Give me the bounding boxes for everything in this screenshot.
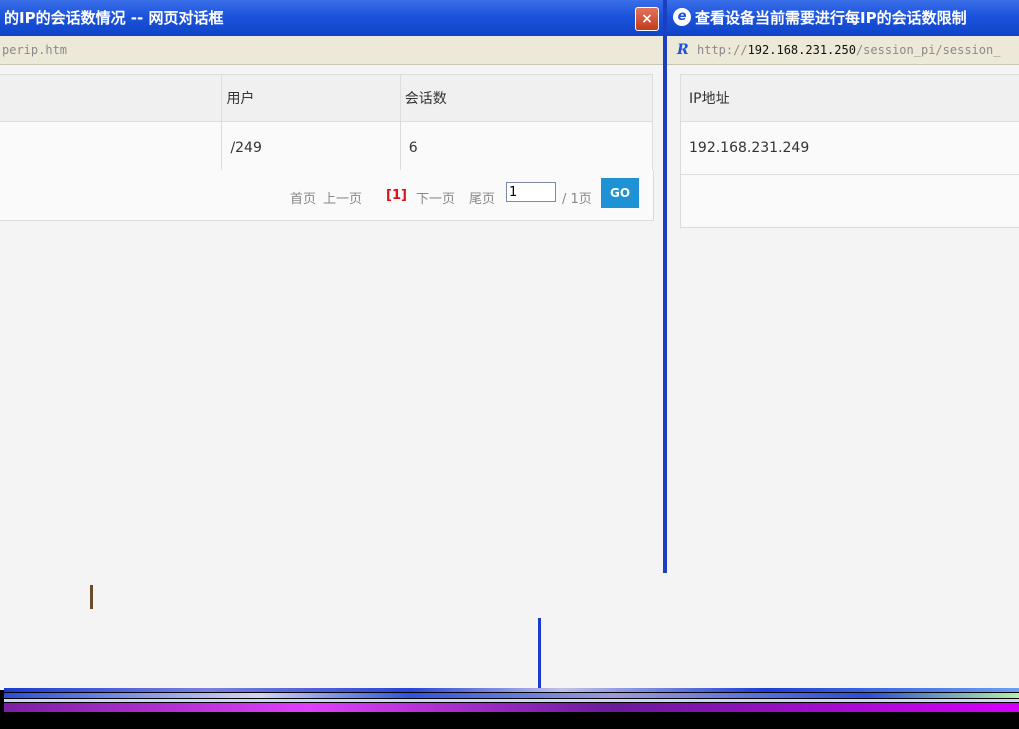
table-cell: /249 [221,121,401,175]
table-header-row: 用户 会话数 [0,74,654,122]
table-header-user: 用户 [221,74,401,122]
table-cell [0,121,223,175]
first-page-link[interactable]: 首页 [290,188,316,207]
left-titlebar[interactable]: 的IP的会话数情况 -- 网页对话框 × [0,0,663,37]
session-table: 用户 会话数 /249 6 [0,74,654,175]
right-window-title: 查看设备当前需要进行每IP的会话数限制 [695,9,967,27]
taskbar-glitch-band [4,693,1019,698]
table-row: /249 6 [0,121,654,175]
taskbar-glitch-band [4,688,1019,692]
text-cursor-icon [90,585,93,609]
taskbar-glitch-band [4,703,1019,712]
table-row [680,174,1019,228]
right-browser-window: e 查看设备当前需要进行每IP的会话数限制 R http://192.168.2… [667,0,1019,690]
prev-page-link[interactable]: 上一页 [323,188,362,207]
table-row: 192.168.231.249 [680,121,1019,175]
ip-table: IP地址 192.168.231.249 [680,74,1019,228]
left-window-title: 的IP的会话数情况 -- 网页对话框 [4,9,224,27]
table-cell: 6 [399,121,654,175]
current-page-indicator: [1] [386,188,407,203]
right-address-bar[interactable]: R http://192.168.231.250/session_pi/sess… [667,36,1019,65]
total-pages-label: / 1页 [562,192,592,207]
ie-icon: e [673,8,691,26]
go-button[interactable]: GO [601,178,639,208]
left-address-bar[interactable]: perip.htm [0,36,663,65]
last-page-link[interactable]: 尾页 [469,188,495,207]
right-titlebar[interactable]: e 查看设备当前需要进行每IP的会话数限制 [667,0,1019,37]
pagination: 首页 上一页 [1] 下一页 尾页 / 1页 GO [0,170,654,221]
table-header-ip-address: IP地址 [680,74,1019,122]
taskbar-glitch-band [4,699,1019,702]
left-url-text: perip.htm [2,43,68,57]
site-logo-icon: R [677,42,689,58]
table-cell: 192.168.231.249 [680,121,1019,175]
table-header-sessions: 会话数 [399,74,654,122]
table-header-row: IP地址 [680,74,1019,122]
close-icon[interactable]: × [635,7,659,31]
page-number-input[interactable] [506,182,556,202]
url-host: 192.168.231.250 [747,43,856,57]
table-cell [680,174,1019,228]
left-dialog-window: 的IP的会话数情况 -- 网页对话框 × perip.htm 用户 会话数 /2… [0,0,663,690]
right-url-text: http://192.168.231.250/session_pi/sessio… [697,36,1000,64]
url-path: /session_pi/session_ [855,43,1001,57]
table-header-ip [0,74,223,122]
url-prefix: http:// [697,43,748,57]
next-page-link[interactable]: 下一页 [416,188,455,207]
screen-artifact-line [538,618,541,688]
